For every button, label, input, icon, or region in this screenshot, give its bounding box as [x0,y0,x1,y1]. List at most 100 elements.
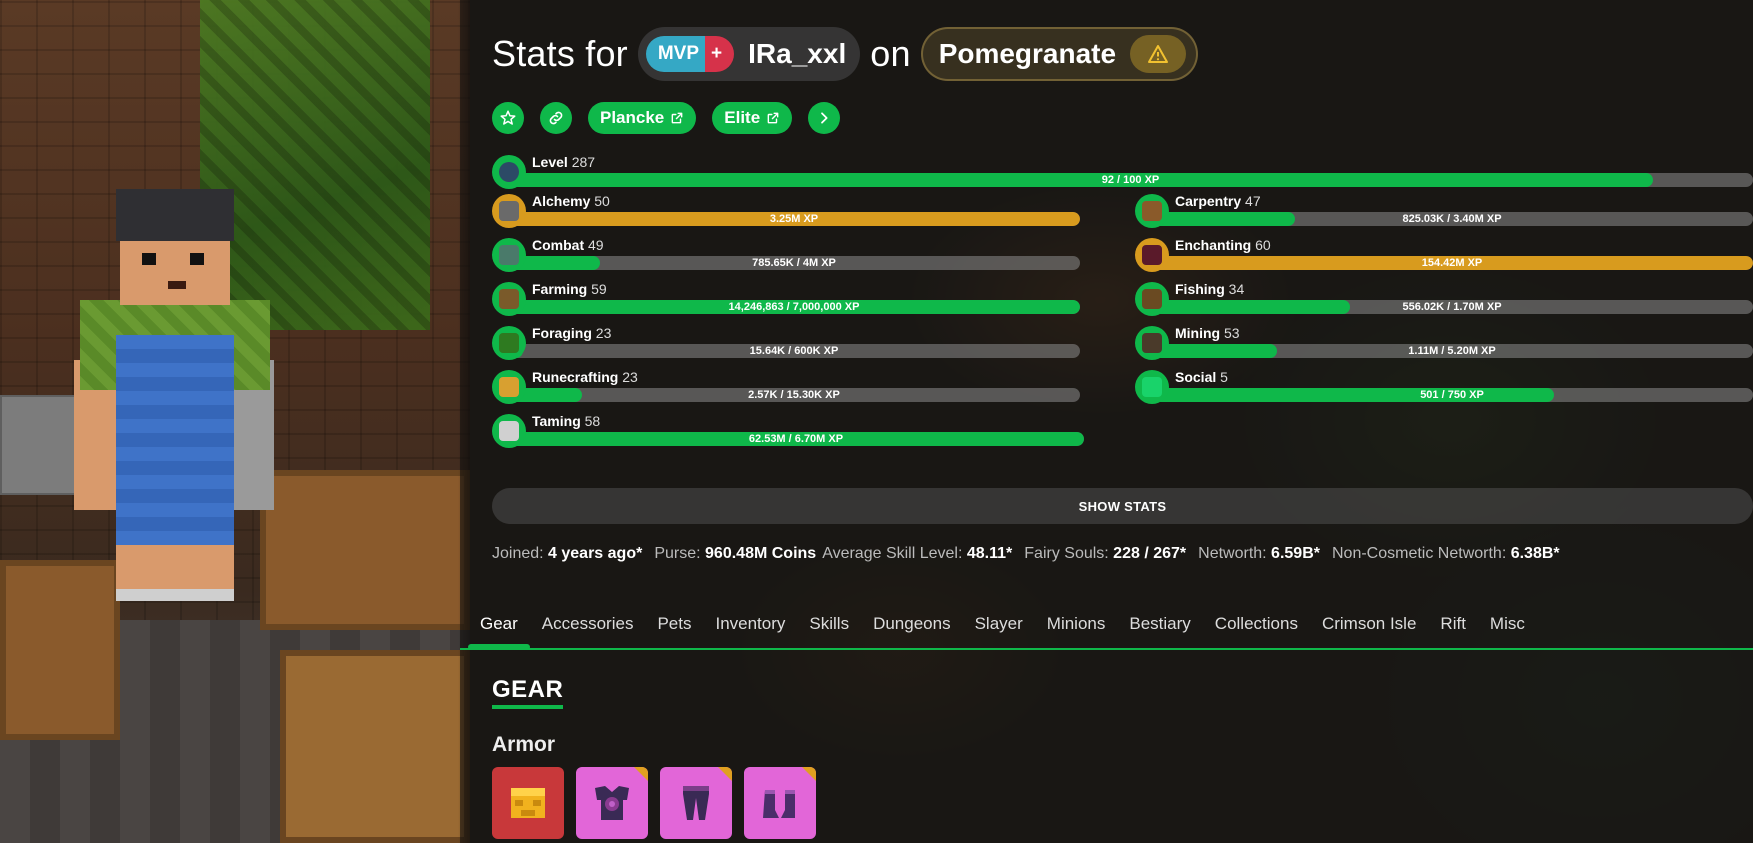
skin-eye [142,253,156,265]
warning-button[interactable] [1130,35,1187,73]
armor-slots [492,767,816,839]
rank-mvp: MVP [645,36,706,72]
stats-panel: Stats for MVP + IRa_xxl on Pomegranate P… [460,0,1753,843]
summary-item: Joined: 4 years ago* [492,545,643,562]
skin-eye [190,253,204,265]
skill-xp: 556.02K / 1.70M XP [1402,301,1502,313]
level-bar: Level 287 92 / 100 XP [492,153,1753,189]
sword-icon [492,238,526,272]
background-crate [260,470,470,630]
tab-bestiary[interactable]: Bestiary [1117,610,1202,648]
tab-accessories[interactable]: Accessories [530,610,646,648]
skill-bar-combat: Combat 49 785.65K / 4M XP [492,236,1080,272]
skin-overalls [116,335,234,545]
player-pill[interactable]: MVP + IRa_xxl [637,27,861,81]
skill-label: Carpentry 47 [1175,193,1261,209]
pickaxe-icon [1135,326,1169,360]
skill-bar-foraging: Foraging 23 15.64K / 600K XP [492,324,1080,360]
tab-rift[interactable]: Rift [1428,610,1478,648]
armor-slot-boots[interactable] [744,767,816,839]
elite-label: Elite [724,108,761,127]
armor-heading: Armor [492,733,556,756]
slot-rarity-corner [802,767,816,781]
background-stone [0,395,80,495]
tab-misc[interactable]: Misc [1478,610,1537,648]
link-icon [549,111,563,125]
skill-label: Runecrafting 23 [532,369,638,385]
skill-label: Alchemy 50 [532,193,610,209]
rank-plus: + [705,36,735,72]
tab-inventory[interactable]: Inventory [703,610,797,648]
skill-bar-farming: Farming 59 14,246,863 / 7,000,000 XP [492,280,1080,316]
skill-bar-enchanting: Enchanting 60 154.42M XP [1135,236,1753,272]
skill-bar-mining: Mining 53 1.11M / 5.20M XP [1135,324,1753,360]
hoe-icon [492,282,526,316]
helmet-icon [511,788,545,818]
warning-icon [1148,45,1169,63]
skill-bar-taming: Taming 58 62.53M / 6.70M XP [492,412,1084,448]
tab-gear[interactable]: Gear [468,610,530,650]
armor-slot-chestplate[interactable] [576,767,648,839]
more-links-button[interactable] [808,102,841,134]
elite-link[interactable]: Elite [712,102,793,134]
tab-minions[interactable]: Minions [1035,610,1118,648]
profile-links: Plancke Elite [492,102,841,134]
skill-xp: 14,246,863 / 7,000,000 XP [728,301,860,313]
skill-xp: 3.25M XP [769,213,819,225]
favorite-button[interactable] [492,102,524,134]
skill-xp: 154.42M XP [1421,257,1483,269]
background-crate [280,650,470,843]
skill-bar-alchemy: Alchemy 50 3.25M XP [492,192,1080,228]
summary-item: Networth: 6.59B* [1198,545,1320,562]
fishing-rod-icon [1135,282,1169,316]
summary-item: Fairy Souls: 228 / 267* [1024,545,1187,562]
chestplate-icon [595,786,629,820]
magma-cream-icon [492,370,526,404]
header-connector: on [870,33,911,74]
tab-dungeons[interactable]: Dungeons [861,610,963,648]
armor-slot-helmet[interactable] [492,767,564,839]
skill-xp: 785.65K / 4M XP [752,257,836,269]
summary-item: Non-Cosmetic Networth: 6.38B* [1331,545,1560,562]
plancke-link[interactable]: Plancke [588,102,697,134]
section-tabs: Gear Accessories Pets Inventory Skills Dungeo… [460,610,1753,650]
tab-slayer[interactable]: Slayer [963,610,1035,648]
skill-bar-carpentry: Carpentry 47 825.03K / 3.40M XP [1135,192,1753,228]
level-label: Level 287 [532,154,596,170]
skill-label: Taming 58 [532,413,601,429]
profile-switcher[interactable]: Pomegranate [920,27,1199,81]
level-icon [492,155,526,189]
star-icon [500,110,516,125]
armor-slot-leggings[interactable] [660,767,732,839]
skill-xp: 62.53M / 6.70M XP [748,433,844,445]
chevron-right-icon [821,112,828,124]
player-skin-model[interactable] [74,189,274,615]
show-stats-button[interactable]: SHOW STATS [492,488,1753,524]
skill-label: Social 5 [1175,369,1228,385]
skill-label: Farming 59 [532,281,607,297]
skill-label: Foraging 23 [532,325,612,341]
slot-rarity-corner [718,767,732,781]
emerald-icon [1135,370,1169,404]
enchanting-table-icon [1135,238,1169,272]
tab-pets[interactable]: Pets [645,610,703,648]
skill-label: Mining 53 [1175,325,1240,341]
tab-skills[interactable]: Skills [797,610,861,648]
tab-collections[interactable]: Collections [1203,610,1310,648]
player-name: IRa_xxl [748,38,847,69]
skill-xp: 825.03K / 3.40M XP [1402,213,1502,225]
tab-bar: Gear Accessories Pets Inventory Skills Dungeo… [468,610,1537,650]
skin-legs [116,545,234,601]
skin-hair [116,189,234,241]
skill-label: Enchanting 60 [1175,237,1271,253]
external-link-icon [671,112,683,124]
tab-crimson-isle[interactable]: Crimson Isle [1310,610,1428,648]
skill-bar-social: Social 5 501 / 750 XP [1135,368,1753,404]
skill-xp: 2.57K / 15.30K XP [748,389,840,401]
brewing-stand-icon [492,194,526,228]
skill-bar-fishing: Fishing 34 556.02K / 1.70M XP [1135,280,1753,316]
copy-link-button[interactable] [540,102,572,134]
skill-xp: 501 / 750 XP [1420,389,1484,401]
skill-xp: 1.11M / 5.20M XP [1408,345,1496,357]
skill-label: Combat 49 [532,237,604,253]
